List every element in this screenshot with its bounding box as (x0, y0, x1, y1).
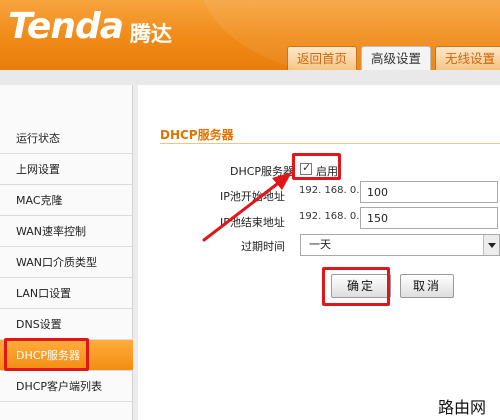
sidebar: 运行状态 上网设置 MAC克隆 WAN速率控制 WAN口介质类型 LAN口设置 … (0, 85, 133, 420)
sidebar-item-dhcp-clients[interactable]: DHCP客户端列表 (0, 371, 133, 402)
section-divider (160, 143, 500, 144)
sidebar-item-status[interactable]: 运行状态 (0, 123, 133, 154)
ok-button[interactable]: 确定 (331, 274, 391, 298)
sidebar-item-wan-rate[interactable]: WAN速率控制 (0, 216, 133, 247)
sidebar-item-mac-clone[interactable]: MAC克隆 (0, 185, 133, 216)
section-title: DHCP服务器 (160, 128, 234, 142)
tenda-logo: Tenda (8, 6, 124, 47)
lease-time-label: 过期时间 (241, 240, 285, 253)
start-address-input[interactable] (360, 181, 498, 203)
header: Tenda 腾达 返回首页 高级设置 无线设置 (0, 0, 500, 70)
sidebar-item-dhcp-server[interactable]: DHCP服务器 (0, 340, 133, 371)
top-tabs: 返回首页 高级设置 无线设置 (287, 46, 500, 70)
start-address-label: IP池开始地址 (220, 190, 285, 203)
dhcp-enable-checkbox[interactable] (300, 161, 312, 175)
end-address-prefix: 192. 168. 0. (299, 211, 360, 222)
start-address-prefix: 192. 168. 0. (299, 185, 360, 196)
tenda-logo-cn: 腾达 (130, 22, 172, 46)
content-panel: DHCP服务器 DHCP服务器 启用 IP池开始地址 192. 168. 0. … (138, 85, 500, 420)
chevron-down-icon[interactable] (483, 235, 499, 255)
sidebar-item-dns[interactable]: DNS设置 (0, 309, 133, 340)
lease-time-value: 一天 (309, 238, 331, 251)
sidebar-item-internet[interactable]: 上网设置 (0, 154, 133, 185)
header-strip (0, 70, 500, 85)
dhcp-enable-label: 启用 (316, 165, 338, 178)
tab-home[interactable]: 返回首页 (287, 46, 358, 70)
tab-advanced[interactable]: 高级设置 (361, 46, 432, 70)
watermark: 路由网 (438, 398, 487, 417)
end-address-input[interactable] (360, 207, 498, 229)
sidebar-item-wan-media[interactable]: WAN口介质类型 (0, 247, 133, 278)
end-address-label: IP池结束地址 (220, 216, 285, 229)
tab-wireless[interactable]: 无线设置 (435, 46, 500, 70)
lease-time-select[interactable]: 一天 (300, 234, 500, 256)
dhcp-server-label: DHCP服务器 (230, 165, 295, 178)
cancel-button[interactable]: 取消 (400, 274, 454, 298)
sidebar-item-lan[interactable]: LAN口设置 (0, 278, 133, 309)
